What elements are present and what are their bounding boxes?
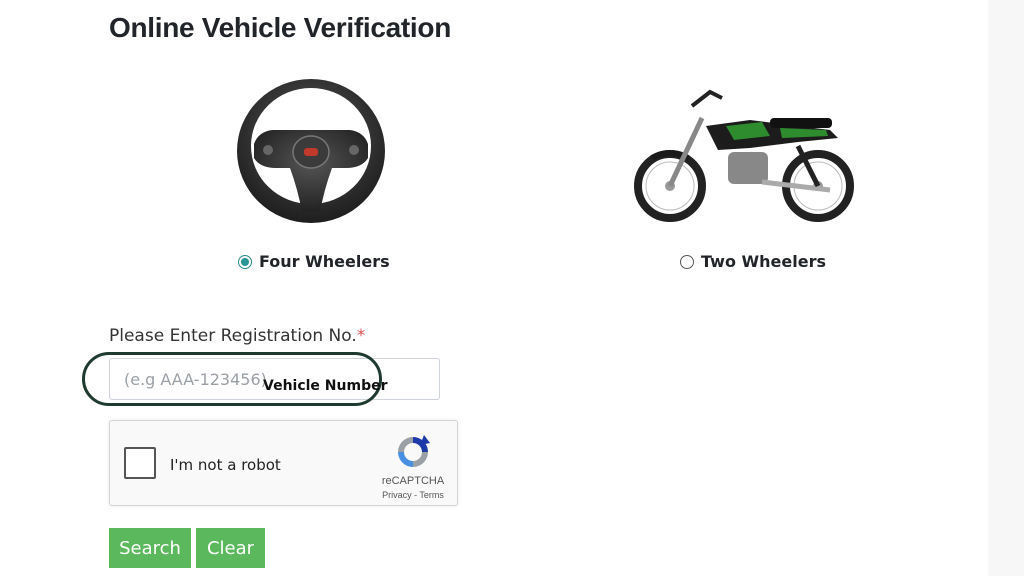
not-robot-checkbox[interactable]	[124, 447, 156, 479]
required-mark: *	[356, 326, 366, 346]
two-wheelers-label: Two Wheelers	[701, 252, 826, 271]
vehicle-number-annotation: Vehicle Number	[263, 378, 388, 394]
search-button[interactable]: Search	[109, 528, 191, 568]
motorcycle-icon	[634, 89, 854, 222]
clear-button[interactable]: Clear	[196, 528, 265, 568]
steering-wheel-icon	[237, 79, 385, 223]
not-robot-label: I'm not a robot	[170, 456, 281, 474]
page-title: Online Vehicle Verification	[109, 12, 452, 43]
two-wheelers-option[interactable]: Two Wheelers	[680, 252, 826, 271]
recaptcha-brand: reCAPTCHA	[381, 475, 445, 487]
registration-label-text: Please Enter Registration No.	[109, 326, 357, 346]
four-wheelers-option[interactable]: Four Wheelers	[238, 252, 390, 271]
four-wheelers-label: Four Wheelers	[259, 252, 390, 271]
two-wheeler-image[interactable]	[630, 78, 870, 228]
registration-label: Please Enter Registration No.*	[109, 326, 365, 346]
recaptcha-widget: I'm not a robot reCAPTCHA Privacy - Term…	[109, 420, 458, 506]
recaptcha-links[interactable]: Privacy - Terms	[374, 490, 452, 500]
scroll-gutter	[988, 0, 1024, 576]
four-wheelers-radio[interactable]	[238, 254, 252, 269]
four-wheeler-image[interactable]	[228, 72, 394, 230]
recaptcha-logo-icon	[398, 435, 430, 467]
two-wheelers-radio[interactable]	[680, 254, 694, 269]
